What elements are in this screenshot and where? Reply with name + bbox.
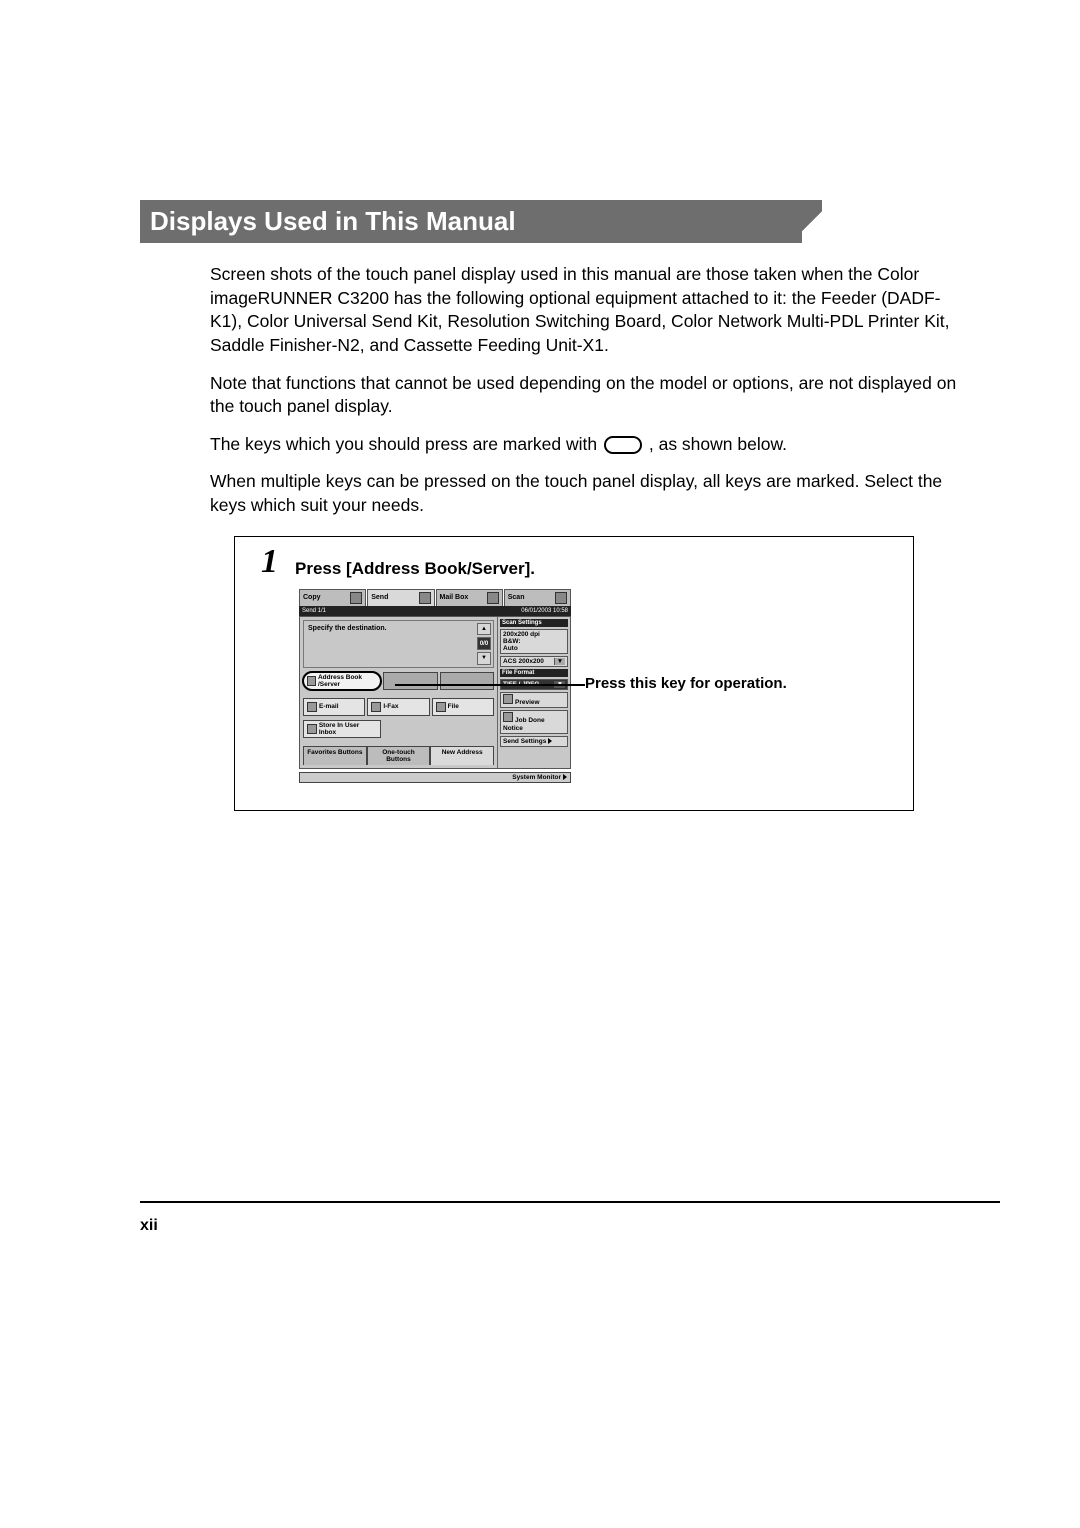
- book-icon: [307, 676, 316, 686]
- ifax-button: I-Fax: [367, 698, 429, 716]
- bell-icon: [503, 712, 513, 722]
- step-number: 1: [261, 543, 278, 581]
- preview-button: Preview: [500, 692, 568, 708]
- new-address-tab: New Address: [430, 746, 494, 765]
- favorites-tab: Favorites Buttons: [303, 746, 367, 765]
- paragraph-3: The keys which you should press are mark…: [210, 433, 970, 457]
- job-done-button: Job Done Notice: [500, 710, 568, 733]
- tab-mailbox: Mail Box: [436, 589, 503, 606]
- system-monitor-button: System Monitor: [299, 772, 571, 783]
- destination-area: Specify the destination. ▲ 0/0 ▼: [303, 620, 494, 668]
- send-icon: [419, 592, 431, 604]
- onetouch-tab: One-touch Buttons: [367, 746, 431, 765]
- figure-box: 1 Press [Address Book/Server]. Copy Send…: [234, 536, 914, 811]
- tab-send: Send: [367, 589, 434, 606]
- resolution-block: 200x200 dpi B&W: Auto: [500, 629, 568, 654]
- oval-key-icon: [604, 436, 642, 454]
- mailbox-icon: [487, 592, 499, 604]
- touch-panel-screenshot: Copy Send Mail Box Scan Send 1/1 06/01/2…: [299, 589, 571, 783]
- status-left: Send 1/1: [302, 608, 326, 614]
- aces-dropdown: ACS 200x200▼: [500, 656, 568, 667]
- email-button: E-mail: [303, 698, 365, 716]
- dest-count: 0/0: [477, 637, 491, 650]
- file-format-header: File Format: [500, 669, 568, 677]
- status-bar: Send 1/1 06/01/2003 10:58: [299, 606, 571, 616]
- paragraph-3b: , as shown below.: [649, 434, 787, 454]
- step-title: Press [Address Book/Server].: [295, 559, 895, 579]
- dest-up-icon: ▲: [477, 623, 491, 636]
- copy-icon: [350, 592, 362, 604]
- chevron-right-icon: [563, 774, 567, 780]
- paragraph-2: Note that functions that cannot be used …: [210, 372, 970, 419]
- dest-blank-2: [440, 672, 495, 690]
- file-icon: [436, 702, 446, 712]
- status-right: 06/01/2003 10:58: [521, 608, 568, 614]
- tab-copy: Copy: [299, 589, 366, 606]
- dest-blank-1: [383, 672, 438, 690]
- callout-line: [395, 684, 585, 686]
- send-settings-button: Send Settings: [500, 736, 568, 747]
- preview-icon: [503, 694, 513, 704]
- email-icon: [307, 702, 317, 712]
- store-in-inbox-button: Store In User Inbox: [303, 720, 381, 738]
- page-number: xii: [140, 1217, 970, 1235]
- ifax-icon: [371, 702, 381, 712]
- body-text-block: Screen shots of the touch panel display …: [210, 263, 970, 518]
- tab-scan: Scan: [504, 589, 571, 606]
- paragraph-3a: The keys which you should press are mark…: [210, 434, 602, 454]
- scan-settings-header: Scan Settings: [500, 619, 568, 627]
- file-button: File: [432, 698, 494, 716]
- callout-label: Press this key for operation.: [585, 675, 787, 692]
- paragraph-1: Screen shots of the touch panel display …: [210, 263, 970, 358]
- paragraph-4: When multiple keys can be pressed on the…: [210, 470, 970, 517]
- dest-down-icon: ▼: [477, 652, 491, 665]
- address-book-server-button: Address Book /Server: [303, 672, 381, 690]
- chevron-right-icon: [548, 738, 552, 744]
- destination-prompt: Specify the destination.: [308, 625, 387, 632]
- scan-icon: [555, 592, 567, 604]
- section-heading: Displays Used in This Manual: [140, 200, 802, 243]
- footer-rule: [140, 1201, 1000, 1203]
- inbox-icon: [307, 724, 317, 734]
